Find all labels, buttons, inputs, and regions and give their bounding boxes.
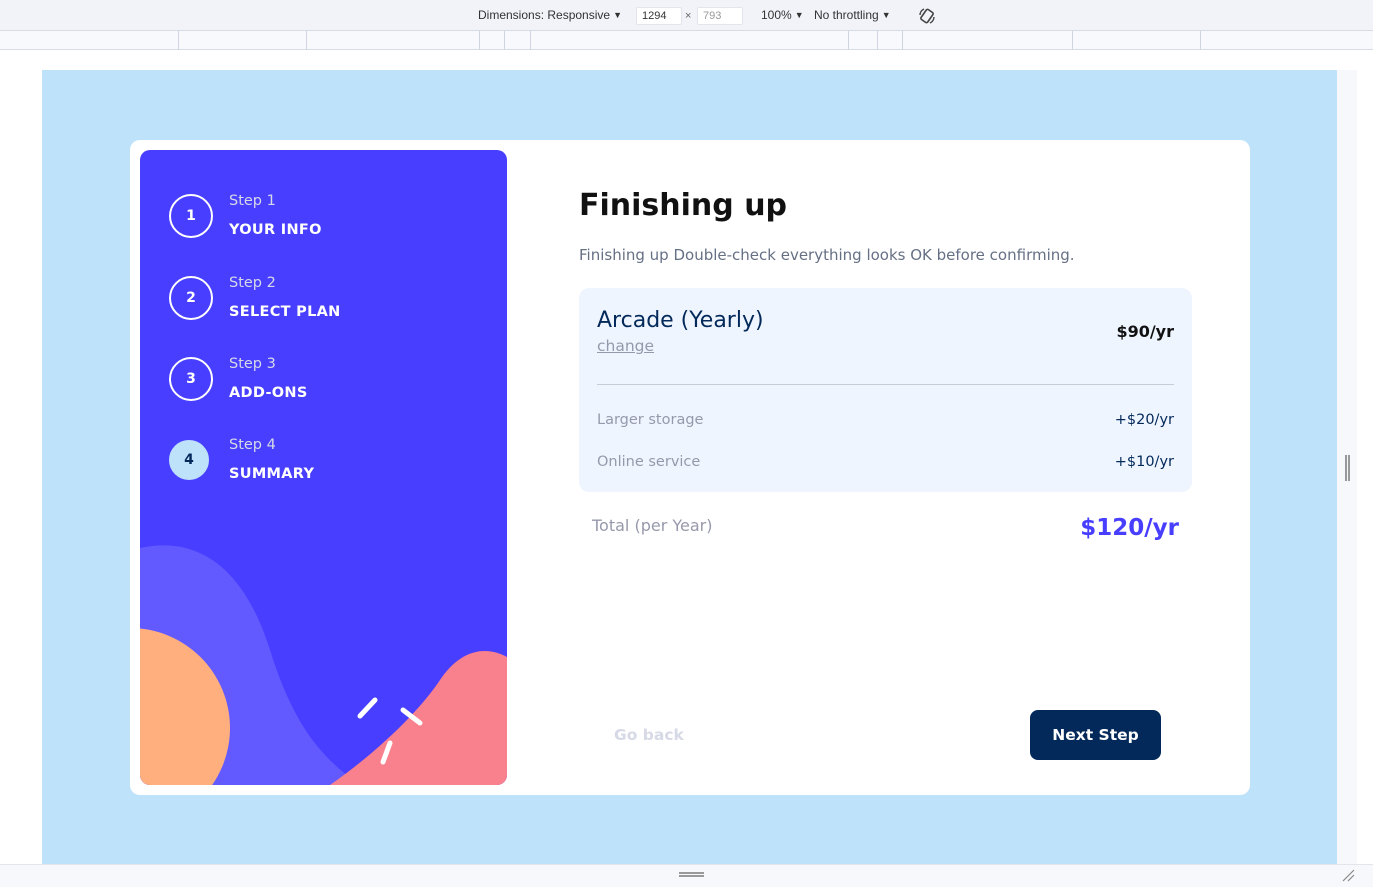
step-number-active: 4 — [169, 439, 209, 480]
step-number: 1 — [169, 193, 213, 238]
sidebar-step-2: 2 Step 2 SELECT PLAN — [169, 274, 341, 321]
page-subtitle: Finishing up Double-check everything loo… — [579, 246, 1075, 264]
change-plan-link[interactable]: change — [597, 337, 654, 355]
zoom-label: 100% — [761, 8, 792, 22]
caret-down-icon: ▼ — [794, 10, 804, 20]
addon-row: Online service +$10/yr — [597, 454, 1174, 470]
addon-name: Online service — [597, 454, 701, 470]
step-label: Step 2 — [229, 275, 276, 291]
dimensions-label: Dimensions: Responsive — [478, 8, 611, 22]
steps-sidebar: 1 Step 1 YOUR INFO 2 Step 2 SELECT PLAN … — [140, 150, 507, 785]
step-title: YOUR INFO — [229, 222, 322, 238]
summary-divider — [597, 384, 1174, 385]
right-resize-handle[interactable] — [1345, 455, 1350, 481]
plan-name: Arcade (Yearly) — [597, 308, 764, 333]
total-value: $120/yr — [1080, 515, 1179, 541]
media-query-ruler — [0, 31, 1373, 50]
devtools-device-toolbar: Dimensions: Responsive ▼ 1294 × 793 100%… — [0, 0, 1373, 31]
sidebar-step-3: 3 Step 3 ADD-ONS — [169, 355, 308, 402]
total-label: Total (per Year) — [592, 516, 713, 535]
step-number: 3 — [169, 356, 213, 401]
step-title: ADD-ONS — [229, 385, 308, 401]
page-title: Finishing up — [579, 188, 788, 223]
step-title: SUMMARY — [229, 466, 315, 482]
plan-price: $90/yr — [1116, 322, 1174, 341]
throttling-dropdown[interactable]: No throttling ▼ — [814, 8, 891, 22]
height-input[interactable]: 793 — [697, 7, 743, 25]
sidebar-step-1: 1 Step 1 YOUR INFO — [169, 192, 322, 239]
dimension-separator: × — [685, 10, 692, 22]
dimensions-dropdown[interactable]: Dimensions: Responsive ▼ — [478, 8, 622, 22]
addon-price: +$10/yr — [1114, 454, 1174, 470]
step-label: Step 1 — [229, 193, 276, 209]
width-input[interactable]: 1294 — [636, 7, 682, 25]
bottom-resize-handle[interactable] — [679, 872, 704, 877]
addon-row: Larger storage +$20/yr — [597, 412, 1174, 428]
rotate-icon[interactable] — [918, 7, 936, 25]
caret-down-icon: ▼ — [881, 10, 891, 20]
step-label: Step 3 — [229, 356, 276, 372]
addon-price: +$20/yr — [1114, 412, 1174, 428]
step-number: 2 — [169, 275, 213, 320]
go-back-button[interactable]: Go back — [614, 726, 684, 744]
step-title: SELECT PLAN — [229, 304, 341, 320]
next-step-button[interactable]: Next Step — [1030, 710, 1161, 760]
corner-resize-icon[interactable] — [1341, 868, 1355, 882]
order-summary: Arcade (Yearly) change $90/yr Larger sto… — [579, 288, 1192, 492]
zoom-dropdown[interactable]: 100% ▼ — [761, 8, 804, 22]
throttling-label: No throttling — [814, 8, 879, 22]
step-label: Step 4 — [229, 437, 276, 453]
sidebar-step-4: 4 Step 4 SUMMARY — [169, 436, 314, 483]
form-card: 1 Step 1 YOUR INFO 2 Step 2 SELECT PLAN … — [130, 140, 1250, 795]
caret-down-icon: ▼ — [613, 10, 622, 20]
addon-name: Larger storage — [597, 412, 704, 428]
